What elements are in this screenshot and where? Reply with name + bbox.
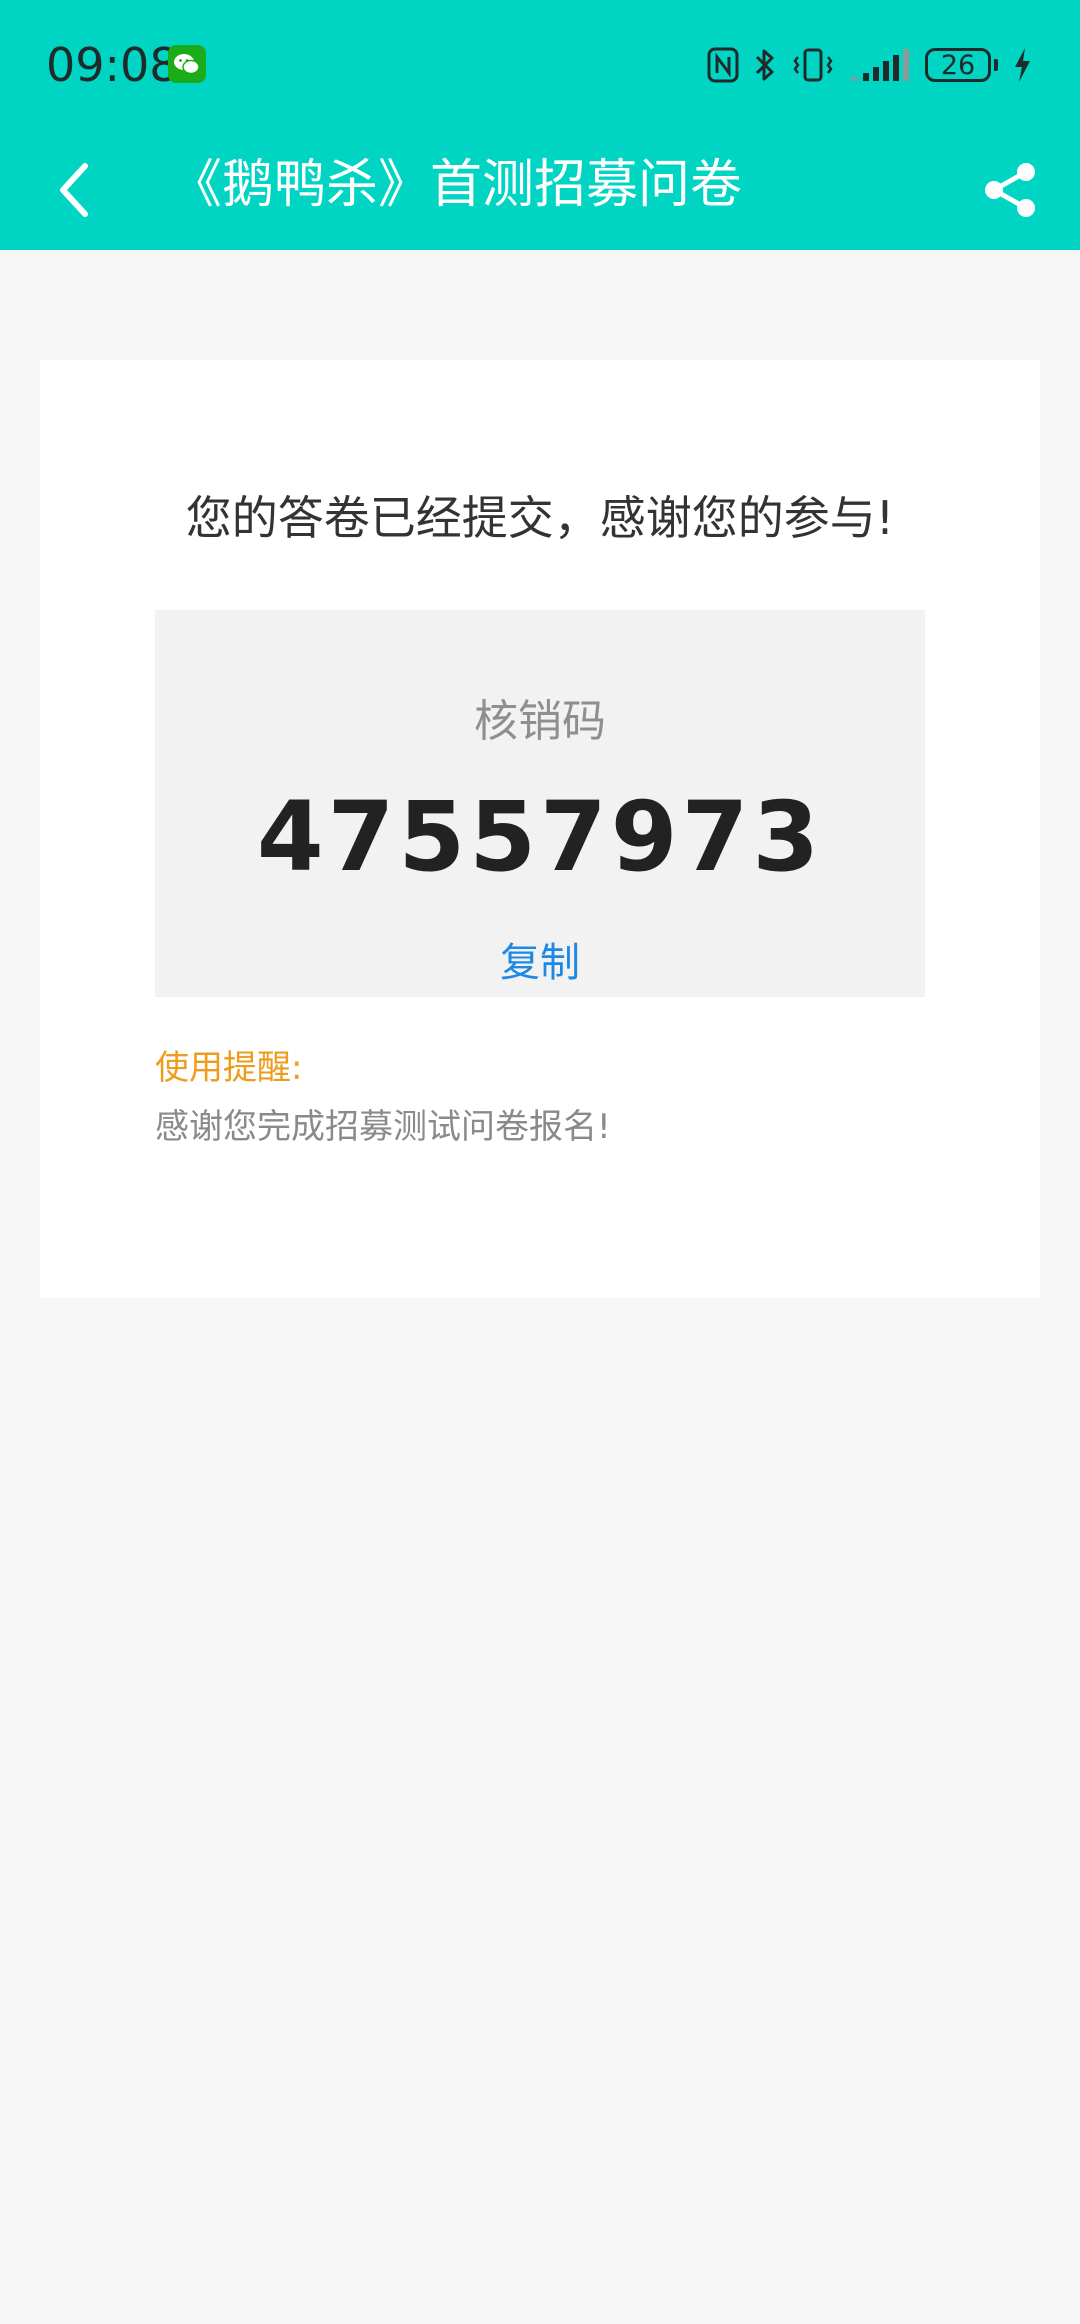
status-time: 09:08	[46, 38, 179, 92]
reminder-text: 感谢您完成招募测试问卷报名!	[155, 1107, 611, 1147]
signal-icon	[849, 47, 911, 83]
nfc-icon	[707, 47, 739, 83]
charging-icon	[1012, 46, 1032, 84]
copy-button[interactable]: 复制	[155, 935, 925, 991]
battery-level: 26	[940, 49, 976, 81]
back-button[interactable]	[40, 155, 110, 225]
code-value: 47557973	[256, 781, 824, 893]
status-icons: 26	[707, 42, 1032, 88]
vibrate-icon	[791, 47, 835, 83]
battery-icon: 26	[925, 48, 991, 82]
status-bar: 09:08 26	[0, 0, 1080, 130]
battery-tip	[994, 59, 998, 71]
code-label: 核销码	[474, 696, 606, 747]
chevron-left-icon	[60, 163, 88, 217]
nav-bar: 《鹅鸭杀》首测招募问卷	[0, 130, 1080, 250]
wechat-icon	[168, 45, 206, 83]
verification-code-box: 核销码 47557973 复制	[155, 610, 925, 997]
reminder-title: 使用提醒:	[155, 1048, 303, 1088]
bluetooth-icon	[753, 46, 777, 84]
top-bar: 09:08 26 《鹅鸭杀》首测招募问卷	[0, 0, 1080, 250]
result-card: 您的答卷已经提交，感谢您的参与! 核销码 47557973 复制 使用提醒: 感…	[40, 360, 1040, 1298]
submit-message: 您的答卷已经提交，感谢您的参与!	[185, 491, 895, 545]
share-button[interactable]	[970, 150, 1050, 230]
share-icon	[985, 163, 1035, 217]
page-title: 《鹅鸭杀》首测招募问卷	[170, 155, 743, 215]
